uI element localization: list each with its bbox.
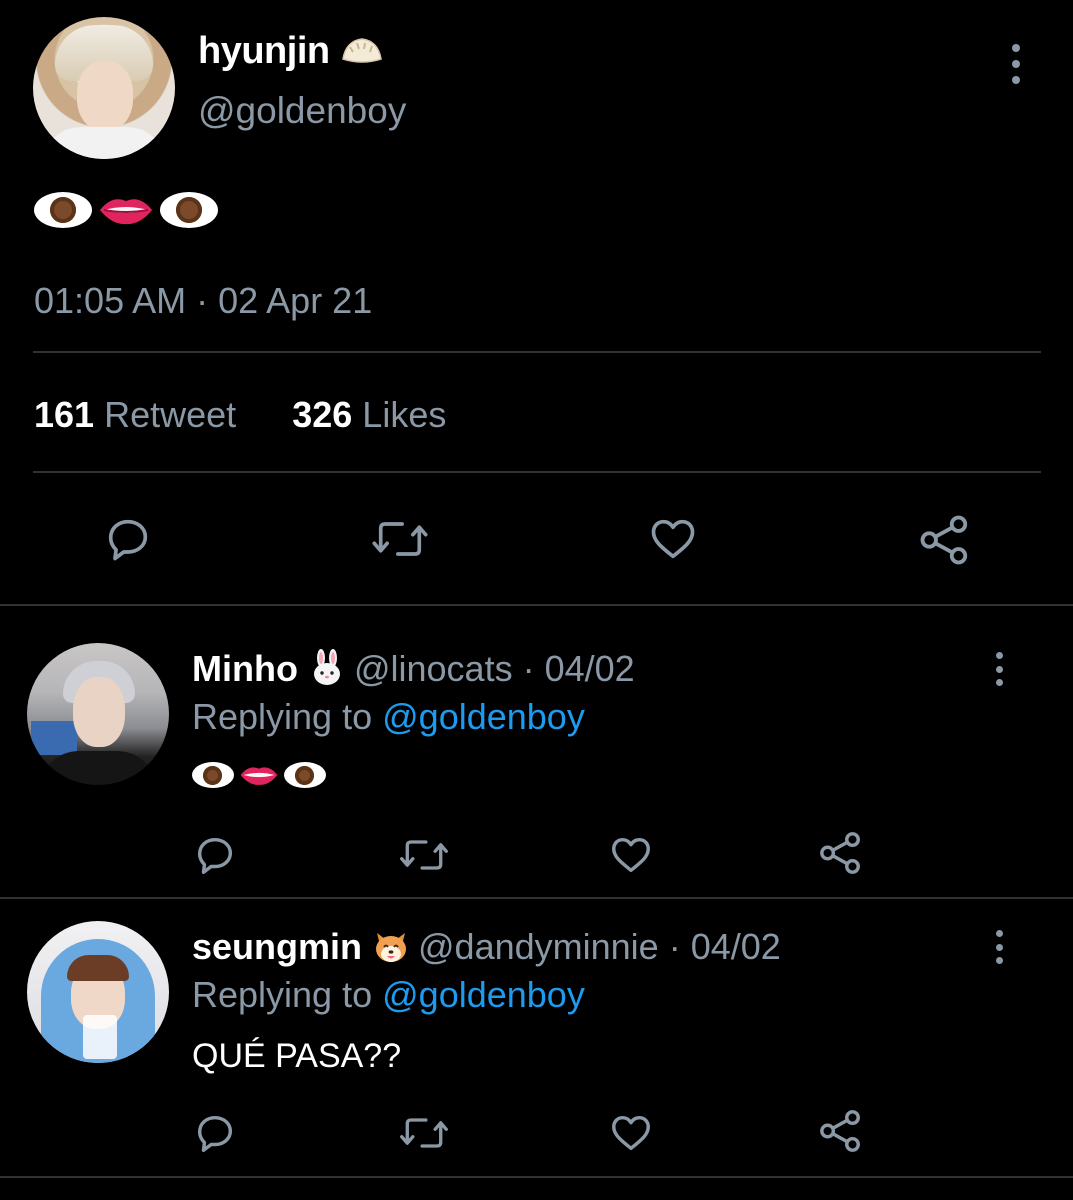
- eyes-icon: [160, 192, 218, 228]
- retweet-icon[interactable]: [398, 832, 450, 878]
- avatar-hyunjin[interactable]: [33, 17, 175, 159]
- divider: [33, 471, 1041, 473]
- reply-author-name[interactable]: Minho: [192, 648, 298, 689]
- more-options-icon[interactable]: [990, 930, 1008, 964]
- share-icon[interactable]: [818, 1108, 864, 1154]
- replying-to-label: Replying to: [192, 696, 373, 737]
- avatar-minho[interactable]: [27, 643, 169, 785]
- tweet-body: [34, 192, 224, 228]
- reply-handle-date[interactable]: @linocats · 04/02: [354, 648, 635, 689]
- retweet-count[interactable]: 161: [34, 394, 94, 435]
- like-label[interactable]: Likes: [362, 394, 446, 435]
- lips-icon: [100, 199, 152, 225]
- reply-text: QUÉ PASA??: [192, 1037, 402, 1075]
- retweet-icon[interactable]: [370, 513, 430, 565]
- replying-to: Replying to @goldenboy: [192, 974, 585, 1016]
- reply-icon[interactable]: [192, 832, 238, 878]
- eyes-icon: [192, 762, 234, 788]
- reply-header: Minho @linocats · 04/02: [192, 648, 635, 690]
- retweet-label[interactable]: Retweet: [104, 394, 236, 435]
- reply-author-name[interactable]: seungmin: [192, 926, 362, 967]
- more-options-icon[interactable]: [990, 652, 1008, 686]
- mention-link[interactable]: @goldenboy: [382, 974, 585, 1015]
- more-options-icon[interactable]: [1002, 44, 1030, 84]
- avatar-seungmin[interactable]: [27, 921, 169, 1063]
- divider: [33, 351, 1041, 353]
- reply-icon[interactable]: [192, 1110, 238, 1156]
- reply-header: seungmin @dandyminnie · 04/02: [192, 926, 781, 968]
- replying-to: Replying to @goldenboy: [192, 696, 585, 738]
- tweet-stats: 161 Retweet 326 Likes: [34, 394, 446, 436]
- dumpling-icon: [341, 38, 382, 63]
- mention-link[interactable]: @goldenboy: [382, 696, 585, 737]
- lips-icon: [240, 767, 278, 785]
- divider: [0, 604, 1073, 606]
- author-name[interactable]: hyunjin: [198, 30, 384, 73]
- author-handle[interactable]: @goldenboy: [198, 90, 406, 132]
- divider: [0, 897, 1073, 899]
- divider: [0, 1176, 1073, 1178]
- author-name-text[interactable]: hyunjin: [198, 30, 330, 72]
- like-count[interactable]: 326: [292, 394, 352, 435]
- share-icon[interactable]: [918, 513, 972, 567]
- reply-handle-date[interactable]: @dandyminnie · 04/02: [418, 926, 781, 967]
- like-icon[interactable]: [608, 832, 654, 878]
- dog-icon: [376, 933, 407, 962]
- reply-body: [192, 762, 331, 788]
- retweet-icon[interactable]: [398, 1110, 450, 1156]
- tweet-timestamp[interactable]: 01:05 AM · 02 Apr 21: [34, 280, 372, 322]
- eyes-icon: [284, 762, 326, 788]
- like-icon[interactable]: [646, 513, 700, 565]
- like-icon[interactable]: [608, 1110, 654, 1156]
- replying-to-label: Replying to: [192, 974, 373, 1015]
- eyes-icon: [34, 192, 92, 228]
- rabbit-icon: [313, 649, 340, 685]
- reply-icon[interactable]: [102, 513, 154, 565]
- share-icon[interactable]: [818, 830, 864, 876]
